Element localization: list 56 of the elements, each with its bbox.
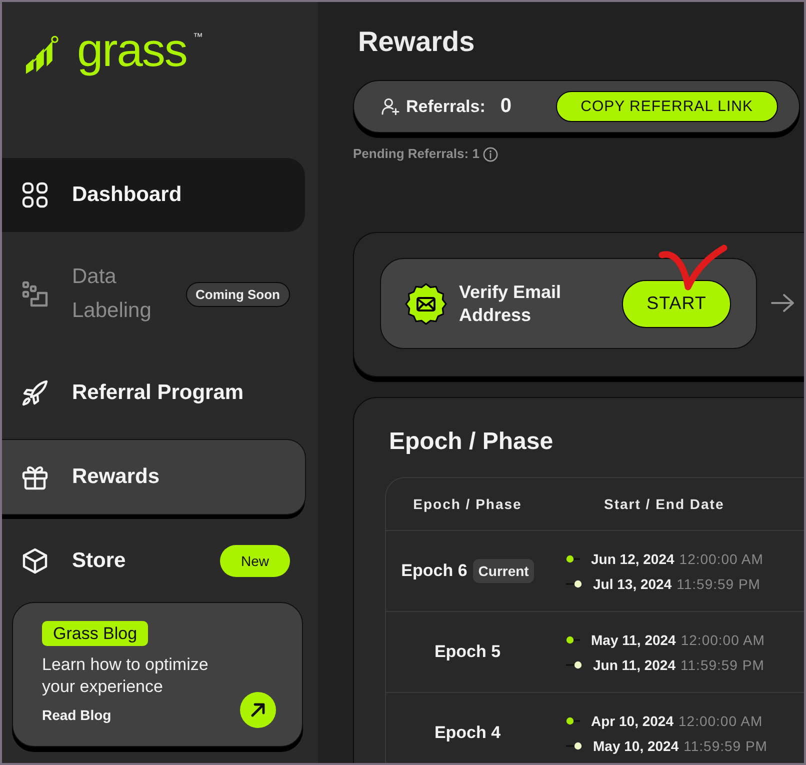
time-text: 12:00:00 AM bbox=[680, 632, 765, 648]
nav-item[interactable]: Referral Program bbox=[2, 356, 305, 430]
envelope-badge-icon bbox=[405, 282, 447, 324]
checkmark-icon bbox=[657, 243, 729, 293]
read-blog-link[interactable]: Read Blog bbox=[42, 707, 112, 723]
epoch-name: Epoch 6 bbox=[401, 561, 468, 581]
column-header: Start / End Date bbox=[604, 496, 724, 512]
date-text: May 10, 2024 bbox=[593, 738, 679, 754]
status-badge: Coming Soon bbox=[186, 282, 290, 306]
nav-item[interactable]: Dashboard bbox=[2, 158, 305, 232]
epoch-name: Epoch 5 bbox=[434, 642, 501, 662]
referrals-label: Referrals: bbox=[406, 96, 486, 116]
nav-item[interactable]: Rewards bbox=[2, 440, 305, 514]
time-text: 12:00:00 AM bbox=[679, 550, 764, 566]
arrow-right-icon[interactable] bbox=[771, 293, 795, 313]
current-badge: Current bbox=[473, 559, 534, 583]
start-dot-icon bbox=[566, 636, 580, 644]
time-text: 11:59:59 PM bbox=[684, 738, 768, 754]
arrow-up-right-icon bbox=[250, 702, 266, 718]
open-blog-button[interactable] bbox=[240, 692, 276, 728]
logo-icon bbox=[25, 35, 59, 75]
copy-referral-link-button[interactable]: COPY REFERRAL LINK bbox=[556, 91, 778, 122]
epoch-name: Epoch 4 bbox=[434, 723, 501, 743]
blog-tag: Grass Blog bbox=[42, 621, 148, 646]
cube-icon bbox=[22, 548, 48, 574]
pending-referrals-text: Pending Referrals: 1 bbox=[353, 146, 480, 162]
section-title: Epoch / Phase bbox=[389, 428, 554, 456]
add-user-icon bbox=[381, 98, 400, 115]
nav-item[interactable]: Store New bbox=[2, 524, 305, 598]
end-dot-icon bbox=[566, 660, 582, 668]
start-button[interactable]: START bbox=[622, 280, 731, 328]
task-title: Verify Email Address bbox=[459, 280, 562, 326]
time-text: 12:00:00 AM bbox=[678, 712, 763, 728]
rocket-icon bbox=[22, 380, 48, 406]
end-dot-icon bbox=[566, 580, 582, 588]
logo-wordmark: grass bbox=[77, 22, 187, 77]
grid-icon bbox=[22, 182, 48, 208]
blocks-icon bbox=[22, 281, 48, 307]
date-text: Jun 11, 2024 bbox=[593, 656, 676, 672]
info-icon[interactable] bbox=[483, 146, 498, 162]
gift-icon bbox=[22, 464, 48, 490]
time-text: 11:59:59 PM bbox=[676, 576, 760, 592]
start-dot-icon bbox=[566, 716, 580, 724]
date-text: Jul 13, 2024 bbox=[593, 576, 672, 592]
time-text: 11:59:59 PM bbox=[680, 656, 764, 672]
blog-description: Learn how to optimize your experience bbox=[42, 654, 210, 698]
column-header: Epoch / Phase bbox=[413, 496, 522, 512]
start-dot-icon bbox=[566, 554, 580, 562]
date-text: May 11, 2024 bbox=[591, 632, 676, 648]
referrals-count: 0 bbox=[500, 95, 512, 118]
page-title: Rewards bbox=[358, 26, 476, 58]
end-dot-icon bbox=[566, 742, 582, 750]
new-badge: New bbox=[220, 545, 290, 577]
date-text: Jun 12, 2024 bbox=[591, 550, 674, 566]
date-text: Apr 10, 2024 bbox=[591, 712, 674, 728]
trademark-mark: ™ bbox=[192, 32, 203, 44]
